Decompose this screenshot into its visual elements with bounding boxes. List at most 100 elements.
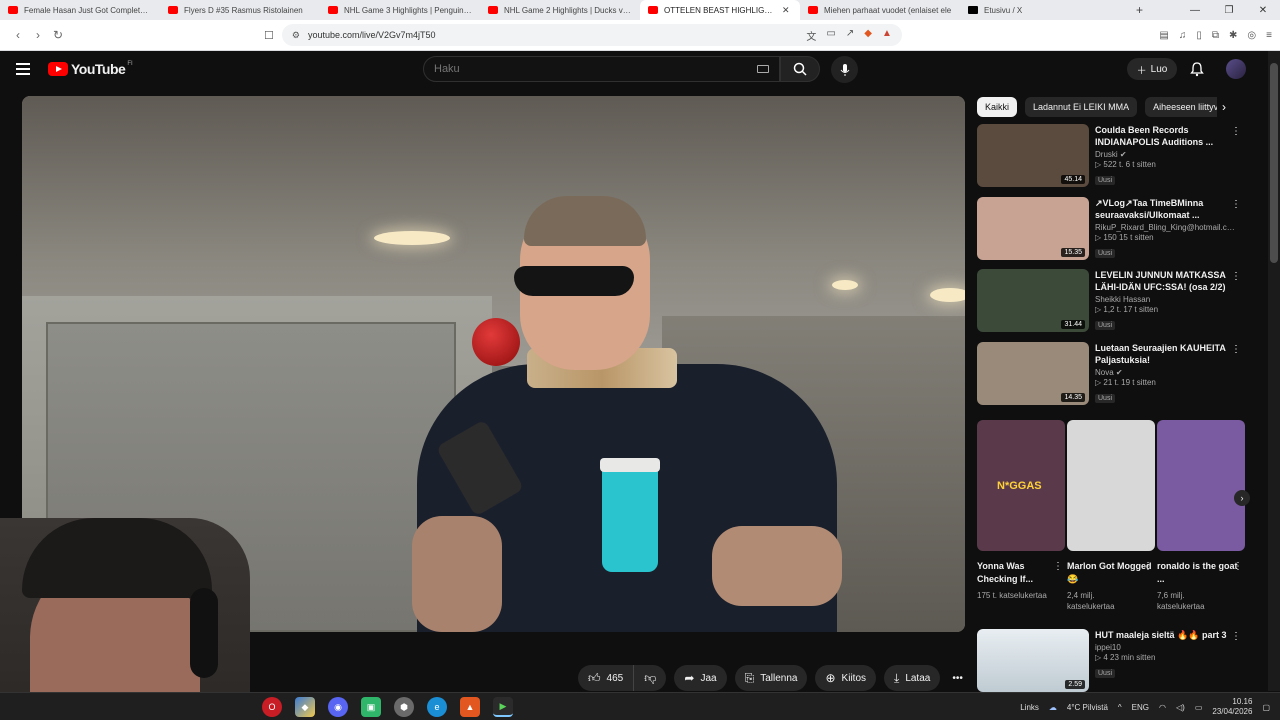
cast-icon[interactable]: ▭ bbox=[826, 28, 835, 43]
video-title[interactable]: Coulda Been Records INDIANAPOLIS Auditio… bbox=[1095, 124, 1235, 148]
channel-name[interactable]: ippei10 bbox=[1095, 643, 1235, 652]
discord-icon[interactable]: ◉ bbox=[328, 697, 348, 717]
short-title[interactable]: Marlon Got Mogged 😂 bbox=[1067, 560, 1155, 586]
browser-tab[interactable]: Etusivu / X bbox=[960, 0, 1120, 20]
browser-menu-icon[interactable]: ≡ bbox=[1266, 30, 1272, 41]
video-thumbnail[interactable]: 14.35 bbox=[977, 342, 1089, 405]
video-title[interactable]: HUT maaleja sieltä 🔥🔥 part 3 bbox=[1095, 629, 1235, 641]
chip-uploader[interactable]: Ladannut Ei LEIKI MMA bbox=[1025, 97, 1138, 117]
bookmark-icon[interactable]: ☐ bbox=[264, 29, 274, 42]
battery-icon[interactable]: ▭ bbox=[1195, 703, 1203, 712]
close-window-button[interactable]: ✕ bbox=[1246, 0, 1280, 20]
notifications-bell-icon[interactable] bbox=[1189, 61, 1205, 77]
save-button[interactable]: ⎘ Tallenna bbox=[734, 665, 808, 691]
video-title[interactable]: ↗VLog↗Taa TimeBMinna seuraavaksi/Ulkomaa… bbox=[1095, 197, 1235, 221]
extensions-icon[interactable]: ✱ bbox=[1229, 30, 1237, 41]
share-button[interactable]: ➦ Jaa bbox=[674, 665, 727, 691]
recommendation-item[interactable]: 31.44 LEVELIN JUNNUN MATKASSA LÄHI-IDÄN U… bbox=[977, 269, 1247, 335]
more-options-icon[interactable]: ⋮ bbox=[1143, 561, 1153, 572]
minimize-button[interactable]: — bbox=[1178, 0, 1212, 20]
more-options-icon[interactable]: ⋮ bbox=[1053, 561, 1063, 572]
volume-icon[interactable]: ◁) bbox=[1176, 703, 1185, 712]
keyboard-icon[interactable] bbox=[757, 65, 769, 73]
browser-tab[interactable]: Flyers D #35 Rasmus Ristolainen bbox=[160, 0, 320, 20]
chip-related[interactable]: Aiheeseen liittyvät bbox=[1145, 97, 1217, 117]
tray-expand-icon[interactable]: ^ bbox=[1118, 703, 1122, 712]
reader-icon[interactable]: ▯ bbox=[1196, 30, 1202, 41]
terminal-app-icon[interactable]: ▶ bbox=[493, 697, 513, 717]
more-options-icon[interactable]: ⋮ bbox=[1231, 126, 1241, 137]
maximize-button[interactable]: ❐ bbox=[1212, 0, 1246, 20]
short-title[interactable]: Yonna Was Checking If... bbox=[977, 560, 1065, 586]
more-options-icon[interactable]: ⋮ bbox=[1231, 344, 1241, 355]
more-options-icon[interactable]: ⋮ bbox=[1231, 271, 1241, 282]
short-thumbnail[interactable] bbox=[1067, 420, 1155, 551]
address-bar[interactable]: ⚙ youtube.com/live/V2Gv7m4jT50 文 ▭ ↗ ◆ ▲ bbox=[281, 24, 902, 46]
clock[interactable]: 10.16 23/04/2026 bbox=[1212, 697, 1252, 717]
browser-tab[interactable]: OTTELEN BEAST HIGHLIGHTS! ✕ bbox=[640, 0, 800, 20]
shorts-next-icon[interactable]: › bbox=[1234, 490, 1250, 506]
brave-icon[interactable]: ▲ bbox=[460, 697, 480, 717]
opera-icon[interactable]: O bbox=[262, 697, 282, 717]
shield-app-icon[interactable]: ⬢ bbox=[394, 697, 414, 717]
forward-icon[interactable]: › bbox=[28, 28, 48, 42]
channel-name[interactable]: Sheikki Hassan bbox=[1095, 295, 1235, 304]
screenshot-icon[interactable]: ⧉ bbox=[1212, 30, 1219, 41]
chat-app-icon[interactable]: ▣ bbox=[361, 697, 381, 717]
youtube-logo[interactable]: YouTube FI bbox=[48, 61, 133, 77]
more-actions-button[interactable]: ••• bbox=[948, 665, 967, 691]
channel-name[interactable]: RikuP_Rixard_Bling_King@hotmail.com... bbox=[1095, 223, 1235, 232]
back-icon[interactable]: ‹ bbox=[8, 28, 28, 42]
video-thumbnail[interactable]: 45.14 bbox=[977, 124, 1089, 187]
share-page-icon[interactable]: ↗ bbox=[846, 28, 854, 43]
video-thumbnail[interactable]: 2.59 bbox=[977, 629, 1089, 692]
shield-icon[interactable]: ◆ bbox=[864, 28, 872, 43]
channel-name[interactable]: Druski ✔ bbox=[1095, 150, 1235, 159]
short-thumbnail[interactable] bbox=[1157, 420, 1245, 551]
short-item[interactable]: Marlon Got Mogged 😂 2,4 milj. katselukert… bbox=[1067, 420, 1155, 612]
site-info-icon[interactable]: ⚙ bbox=[292, 30, 300, 41]
network-icon[interactable]: ◠ bbox=[1159, 703, 1166, 712]
browser-tab[interactable]: NHL Game 2 Highlights | Ducks vs. O bbox=[480, 0, 640, 20]
recommendation-item[interactable]: 14.35 Luetaan Seuraajien KAUHEITA Paljast… bbox=[977, 342, 1247, 408]
links-label[interactable]: Links bbox=[1020, 703, 1039, 712]
download-button[interactable]: ⤓ Lataa bbox=[884, 665, 941, 691]
color-app-icon[interactable]: ◆ bbox=[295, 697, 315, 717]
music-icon[interactable]: ♫ bbox=[1179, 30, 1187, 41]
create-button[interactable]: ＋ Luo bbox=[1127, 58, 1177, 80]
chip-all[interactable]: Kaikki bbox=[977, 97, 1018, 117]
translate-icon[interactable]: 文 bbox=[806, 28, 816, 43]
new-tab-button[interactable]: + bbox=[1136, 3, 1143, 17]
reload-icon[interactable]: ↻ bbox=[48, 28, 68, 42]
thanks-button[interactable]: ⊕ Kiitos bbox=[815, 665, 876, 691]
chevron-right-icon[interactable]: › bbox=[1222, 100, 1226, 114]
video-thumbnail[interactable]: 15.35 bbox=[977, 197, 1089, 260]
voice-search-button[interactable] bbox=[831, 56, 858, 83]
account-avatar[interactable] bbox=[1226, 59, 1246, 79]
more-options-icon[interactable]: ⋮ bbox=[1231, 199, 1241, 210]
short-item[interactable]: ronaldo is the goat ... 7,6 milj. katselu… bbox=[1157, 420, 1245, 612]
hamburger-menu-icon[interactable] bbox=[16, 63, 30, 75]
video-title[interactable]: Luetaan Seuraajien KAUHEITA Paljastuksia… bbox=[1095, 342, 1235, 366]
recommendation-item[interactable]: 2.59 HUT maaleja sieltä 🔥🔥 part 3 ippei1… bbox=[977, 629, 1247, 695]
page-scrollbar[interactable] bbox=[1268, 51, 1280, 691]
tab-close-icon[interactable]: ✕ bbox=[782, 5, 792, 16]
like-button[interactable]: 👍︎ 465 bbox=[578, 665, 635, 691]
search-input[interactable] bbox=[434, 63, 757, 75]
sidebar-icon[interactable]: ▤ bbox=[1159, 30, 1168, 41]
dislike-button[interactable]: 👎︎ bbox=[634, 665, 667, 691]
short-thumbnail[interactable]: N*GGAS bbox=[977, 420, 1065, 551]
browser-tab[interactable]: Miehen parhaat vuodet (enlaiset ele bbox=[800, 0, 960, 20]
weather-text[interactable]: 4°C Pilvistä bbox=[1067, 703, 1108, 712]
video-title[interactable]: LEVELIN JUNNUN MATKASSA LÄHI-IDÄN UFC:SS… bbox=[1095, 269, 1235, 293]
more-options-icon[interactable]: ⋮ bbox=[1233, 561, 1243, 572]
recommendation-item[interactable]: 45.14 Coulda Been Records INDIANAPOLIS Au… bbox=[977, 124, 1247, 190]
edge-icon[interactable]: e bbox=[427, 697, 447, 717]
browser-tab[interactable]: NHL Game 3 Highlights | Penguins vs bbox=[320, 0, 480, 20]
search-button[interactable] bbox=[780, 56, 820, 82]
more-options-icon[interactable]: ⋮ bbox=[1231, 631, 1241, 642]
language-indicator[interactable]: ENG bbox=[1132, 703, 1149, 712]
video-thumbnail[interactable]: 31.44 bbox=[977, 269, 1089, 332]
notification-icon[interactable]: ▢ bbox=[1262, 703, 1270, 712]
browser-tab[interactable]: Female Hasan Just Got Completely D bbox=[0, 0, 160, 20]
